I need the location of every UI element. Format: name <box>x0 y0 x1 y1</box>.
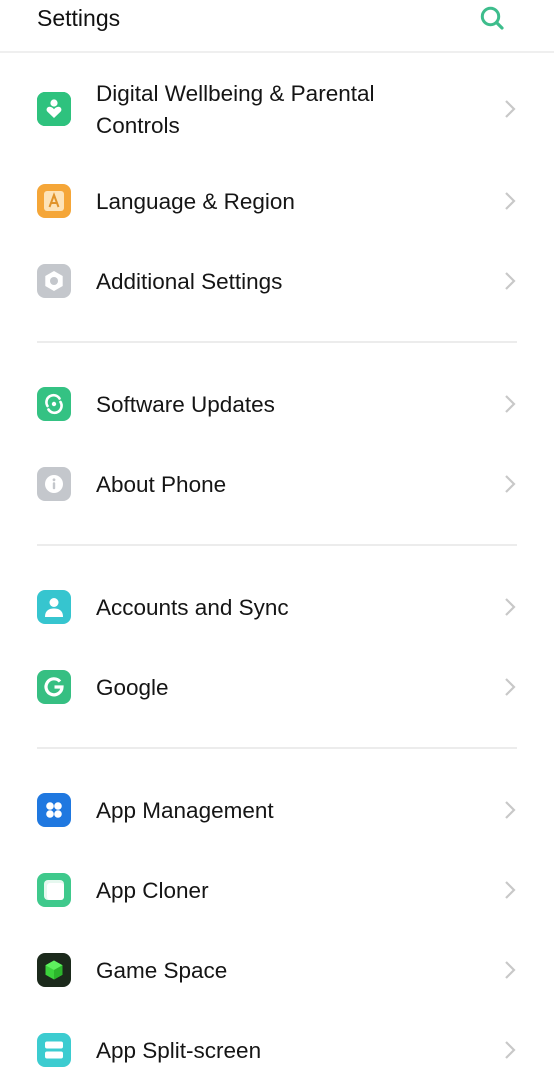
settings-item-label-line2: Controls <box>96 113 180 138</box>
chevron-right-icon <box>501 879 519 901</box>
settings-item-digital-wellbeing[interactable]: Digital Wellbeing & Parental Controls <box>0 76 554 142</box>
settings-item-google[interactable]: Google <box>0 666 554 710</box>
heart-person-icon <box>37 92 71 126</box>
settings-item-game-space[interactable]: Game Space <box>0 949 554 993</box>
settings-item-label: Language & Region <box>96 189 295 214</box>
hex-nut-icon <box>37 264 71 298</box>
app-bar: Settings <box>0 0 554 53</box>
update-icon <box>37 387 71 421</box>
settings-item-additional-settings[interactable]: Additional Settings <box>0 260 554 304</box>
settings-item-label: Software Updates <box>96 392 275 417</box>
chevron-right-icon <box>501 799 519 821</box>
info-icon <box>37 467 71 501</box>
settings-item-label: Game Space <box>96 958 228 983</box>
settings-item-about-phone[interactable]: About Phone <box>0 463 554 507</box>
game-cube-icon <box>37 953 71 987</box>
chevron-right-icon <box>501 676 519 698</box>
split-screen-icon <box>37 1033 71 1067</box>
settings-item-label: App Management <box>96 798 274 823</box>
account-icon <box>37 590 71 624</box>
chevron-right-icon <box>501 596 519 618</box>
search-icon <box>480 6 504 30</box>
app-grid-icon <box>37 793 71 827</box>
chevron-right-icon <box>501 473 519 495</box>
language-icon <box>37 184 71 218</box>
settings-item-label: Digital Wellbeing & Parental <box>96 81 375 106</box>
settings-item-app-split-screen[interactable]: App Split-screen <box>0 1029 554 1073</box>
chevron-right-icon <box>501 1039 519 1061</box>
settings-item-label: App Cloner <box>96 878 209 903</box>
section-divider <box>37 544 517 546</box>
settings-item-label: Accounts and Sync <box>96 595 289 620</box>
settings-item-label: About Phone <box>96 472 227 497</box>
settings-item-accounts-sync[interactable]: Accounts and Sync <box>0 586 554 630</box>
section-divider <box>37 341 517 343</box>
chevron-right-icon <box>501 98 519 120</box>
google-icon <box>37 670 71 704</box>
settings-item-app-cloner[interactable]: App Cloner <box>0 869 554 913</box>
search-button[interactable] <box>478 4 506 32</box>
settings-item-software-updates[interactable]: Software Updates <box>0 383 554 427</box>
page-title: Settings <box>37 5 121 31</box>
section-divider <box>37 747 517 749</box>
app-cloner-icon <box>37 873 71 907</box>
settings-item-label: App Split-screen <box>96 1038 262 1063</box>
settings-item-language-region[interactable]: Language & Region <box>0 180 554 224</box>
settings-item-label: Google <box>96 675 169 700</box>
settings-item-label: Additional Settings <box>96 269 283 294</box>
chevron-right-icon <box>501 959 519 981</box>
chevron-right-icon <box>501 270 519 292</box>
settings-item-app-management[interactable]: App Management <box>0 789 554 833</box>
chevron-right-icon <box>501 190 519 212</box>
chevron-right-icon <box>501 393 519 415</box>
